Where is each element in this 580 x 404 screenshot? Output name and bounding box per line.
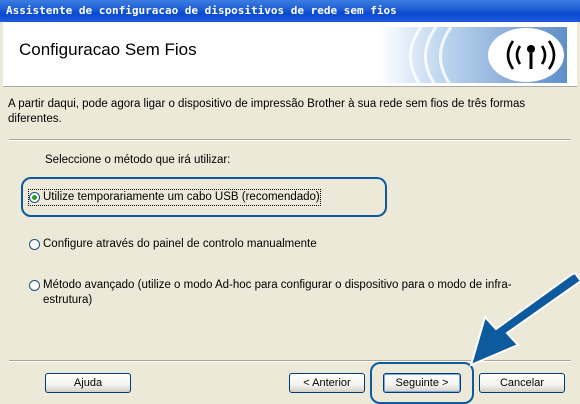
cancel-button[interactable]: Cancelar xyxy=(479,373,565,393)
back-button[interactable]: < Anterior xyxy=(289,373,365,393)
window-title: Assistente de configuracao de dispositiv… xyxy=(0,0,580,22)
radio-option-control-panel[interactable]: Configure através do painel de controlo … xyxy=(29,237,317,252)
option-label-usb: Utilize temporariamente um cabo USB (rec… xyxy=(28,189,321,206)
page-title: Configuracao Sem Fios xyxy=(19,40,197,59)
radio-option-usb[interactable]: Utilize temporariamente um cabo USB (rec… xyxy=(28,189,321,206)
intro-text: A partir daqui, pode agora ligar o dispo… xyxy=(8,98,526,125)
wizard-content: A partir daqui, pode agora ligar o dispo… xyxy=(3,87,580,404)
help-button[interactable]: Ajuda xyxy=(45,373,131,393)
radio-button-selected[interactable] xyxy=(29,192,40,203)
divider-top xyxy=(9,139,571,141)
radio-button[interactable] xyxy=(29,239,40,250)
wireless-signal-icon xyxy=(379,27,567,83)
option-label-control-panel: Configure através do painel de controlo … xyxy=(43,238,317,250)
wizard-header: Configuracao Sem Fios xyxy=(3,22,577,87)
radio-button[interactable] xyxy=(29,280,40,291)
next-button[interactable]: Seguinte > xyxy=(383,373,461,393)
big-arrow-icon xyxy=(469,273,580,367)
method-prompt: Seleccione o método que irá utilizar: xyxy=(45,154,231,166)
